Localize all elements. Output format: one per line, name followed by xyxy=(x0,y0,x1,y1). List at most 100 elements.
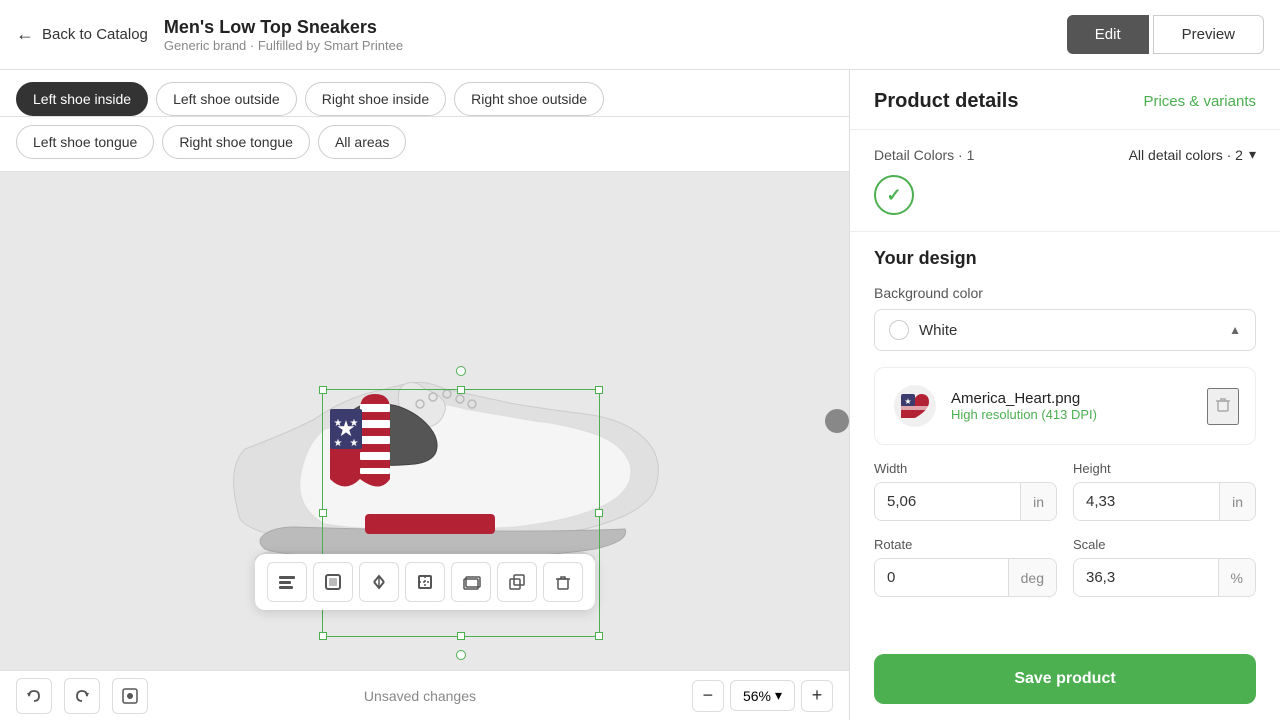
header: ← Back to Catalog Men's Low Top Sneakers… xyxy=(0,0,1280,70)
zoom-controls: − 56% ▾ + xyxy=(692,680,833,712)
color-select-chevron-icon: ▲ xyxy=(1229,323,1241,337)
canvas-container[interactable]: ★ ★ ★ ★ ★ xyxy=(0,172,849,670)
width-input-wrapper: in xyxy=(874,482,1057,521)
tab-row-1: Left shoe inside Left shoe outside Right… xyxy=(0,70,849,117)
color-select-left: White xyxy=(889,320,957,340)
corner-handle-br[interactable] xyxy=(595,632,603,640)
fit-tool-button[interactable] xyxy=(313,562,353,602)
rotate-label: Rotate xyxy=(874,537,1057,552)
zoom-chevron-icon: ▾ xyxy=(775,687,782,704)
svg-text:★: ★ xyxy=(349,418,358,429)
width-input[interactable] xyxy=(875,483,1020,520)
detail-color-swatch[interactable]: ✓ xyxy=(874,175,914,215)
zoom-out-button[interactable]: − xyxy=(692,680,724,712)
duplicate-tool-button[interactable] xyxy=(497,562,537,602)
canvas-area: Left shoe inside Left shoe outside Right… xyxy=(0,70,850,720)
detail-colors-chevron-icon: ▾ xyxy=(1249,146,1256,163)
height-field-group: Height in xyxy=(1073,461,1256,521)
height-unit: in xyxy=(1219,483,1255,520)
scale-label: Scale xyxy=(1073,537,1256,552)
preview-button[interactable]: Preview xyxy=(1153,15,1264,54)
bottom-bar: Unsaved changes − 56% ▾ + xyxy=(0,670,849,720)
back-arrow-icon: ← xyxy=(16,24,34,45)
preview-layers-button[interactable] xyxy=(112,678,148,714)
detail-colors-section: Detail Colors · 1 All detail colors · 2 … xyxy=(850,130,1280,232)
panel-title: Product details xyxy=(874,90,1018,113)
delete-tool-button[interactable] xyxy=(543,562,583,602)
header-actions: Edit Preview xyxy=(1067,15,1264,54)
back-label: Back to Catalog xyxy=(42,26,148,43)
design-file-card: ★ America_Heart.png High resolution (413… xyxy=(874,367,1256,445)
svg-text:★: ★ xyxy=(333,438,342,449)
crop-tool-button[interactable] xyxy=(405,562,445,602)
flip-tool-button[interactable] xyxy=(359,562,399,602)
right-panel: Product details Prices & variants Detail… xyxy=(850,70,1280,720)
corner-handle-bl[interactable] xyxy=(319,632,327,640)
white-color-dot xyxy=(889,320,909,340)
rotate-input-wrapper: deg xyxy=(874,558,1057,597)
rotate-handle-bottom[interactable] xyxy=(456,650,466,660)
bg-color-value: White xyxy=(919,322,957,339)
svg-text:★: ★ xyxy=(904,397,911,406)
canvas-toolbar xyxy=(255,554,595,610)
tab-right-shoe-inside[interactable]: Right shoe inside xyxy=(305,82,446,116)
zoom-in-button[interactable]: + xyxy=(801,680,833,712)
product-subtitle: Generic brand · Fulfilled by Smart Print… xyxy=(164,38,1067,53)
save-product-button[interactable]: Save product xyxy=(874,654,1256,704)
scale-field-group: Scale % xyxy=(1073,537,1256,597)
design-thumb-svg: ★ xyxy=(893,384,937,428)
height-label: Height xyxy=(1073,461,1256,476)
scale-input-wrapper: % xyxy=(1073,558,1256,597)
design-resolution: High resolution (413 DPI) xyxy=(951,407,1195,422)
scale-input[interactable] xyxy=(1074,559,1218,596)
shoe-svg: ★ ★ ★ ★ ★ xyxy=(165,249,685,589)
all-detail-colors-dropdown[interactable]: All detail colors · 2 ▾ xyxy=(1129,146,1256,163)
design-thumbnail: ★ xyxy=(891,382,939,430)
svg-text:★: ★ xyxy=(349,438,358,449)
tab-left-shoe-tongue[interactable]: Left shoe tongue xyxy=(16,125,154,159)
zoom-value: 56% xyxy=(743,688,771,704)
bg-color-label: Background color xyxy=(874,285,1256,301)
rotate-input[interactable] xyxy=(875,559,1008,596)
height-input-wrapper: in xyxy=(1073,482,1256,521)
tab-right-shoe-tongue[interactable]: Right shoe tongue xyxy=(162,125,310,159)
tab-left-shoe-outside[interactable]: Left shoe outside xyxy=(156,82,297,116)
zoom-display[interactable]: 56% ▾ xyxy=(730,680,795,711)
width-field-group: Width in xyxy=(874,461,1057,521)
svg-text:★: ★ xyxy=(333,418,342,429)
scale-unit: % xyxy=(1218,559,1255,596)
layer-tool-button[interactable] xyxy=(451,562,491,602)
dimensions-row: Width in Height in xyxy=(874,461,1256,521)
prices-variants-link[interactable]: Prices & variants xyxy=(1143,93,1256,110)
rotate-unit: deg xyxy=(1008,559,1056,596)
width-unit: in xyxy=(1020,483,1056,520)
panel-header: Product details Prices & variants xyxy=(850,70,1280,130)
tab-row-2: Left shoe tongue Right shoe tongue All a… xyxy=(0,117,849,172)
unsaved-label: Unsaved changes xyxy=(160,688,680,704)
height-input[interactable] xyxy=(1074,483,1219,520)
detail-colors-label: Detail Colors · 1 xyxy=(874,147,974,163)
design-info: America_Heart.png High resolution (413 D… xyxy=(951,390,1195,422)
design-section-title: Your design xyxy=(874,248,1256,269)
bg-color-select[interactable]: White ▲ xyxy=(874,309,1256,351)
redo-button[interactable] xyxy=(64,678,100,714)
rotate-field-group: Rotate deg xyxy=(874,537,1057,597)
detail-colors-row: Detail Colors · 1 All detail colors · 2 … xyxy=(874,146,1256,163)
transform-row: Rotate deg Scale % xyxy=(874,537,1256,597)
canvas-side-handle[interactable] xyxy=(825,409,849,433)
design-filename: America_Heart.png xyxy=(951,390,1195,407)
corner-handle-bm[interactable] xyxy=(457,632,465,640)
align-tool-button[interactable] xyxy=(267,562,307,602)
main-layout: Left shoe inside Left shoe outside Right… xyxy=(0,70,1280,720)
all-detail-colors-label: All detail colors · 2 xyxy=(1129,147,1243,163)
edit-button[interactable]: Edit xyxy=(1067,15,1149,54)
back-to-catalog-link[interactable]: ← Back to Catalog xyxy=(16,24,148,45)
tab-right-shoe-outside[interactable]: Right shoe outside xyxy=(454,82,604,116)
tab-left-shoe-inside[interactable]: Left shoe inside xyxy=(16,82,148,116)
product-title: Men's Low Top Sneakers xyxy=(164,17,1067,38)
undo-button[interactable] xyxy=(16,678,52,714)
delete-design-button[interactable] xyxy=(1207,388,1239,425)
your-design-section: Your design Background color White ▲ xyxy=(850,232,1280,638)
tab-all-areas[interactable]: All areas xyxy=(318,125,406,159)
check-icon: ✓ xyxy=(886,185,901,206)
